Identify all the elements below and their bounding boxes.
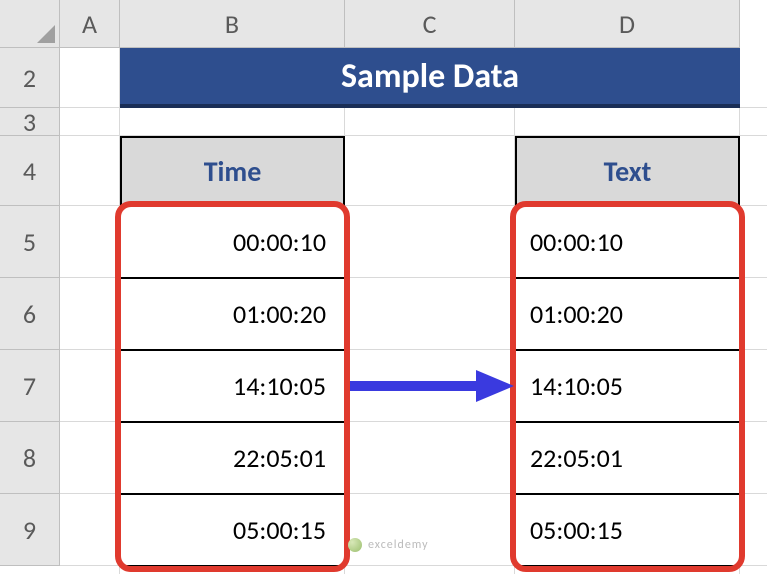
table2-cell[interactable]: 22:05:01	[515, 422, 740, 494]
cell-value: 05:00:15	[233, 514, 326, 546]
cell-value: 01:00:20	[233, 298, 326, 330]
cell-value: 00:00:10	[530, 226, 623, 258]
select-all-corner[interactable]	[0, 0, 60, 48]
row-label: 8	[23, 442, 36, 474]
table2-cell[interactable]: 01:00:20	[515, 278, 740, 350]
row-label: 6	[23, 298, 36, 330]
cell-value: 14:10:05	[530, 370, 623, 402]
cell-value: 00:00:10	[233, 226, 326, 258]
row-header-7[interactable]: 7	[0, 350, 60, 422]
cell-value: 05:00:15	[530, 514, 623, 546]
table1-cell[interactable]: 14:10:05	[120, 350, 345, 422]
grid-area[interactable]: Sample Data Time 00:00:10 01:00:20 14:10…	[60, 48, 767, 574]
cell-value: 01:00:20	[530, 298, 623, 330]
table2-cell[interactable]: 14:10:05	[515, 350, 740, 422]
spreadsheet-view: A B C D 2 3 4 5 6 7 8 9 Sample Data	[0, 0, 767, 574]
row-header-9[interactable]: 9	[0, 494, 60, 566]
watermark: exceldemy	[348, 538, 429, 552]
table1-cell[interactable]: 00:00:10	[120, 206, 345, 278]
col-label: D	[619, 8, 635, 40]
table1-cell[interactable]: 01:00:20	[120, 278, 345, 350]
col-header-b[interactable]: B	[120, 0, 345, 48]
table2-cell[interactable]: 00:00:10	[515, 206, 740, 278]
row-label: 9	[23, 514, 36, 546]
row-label: 2	[23, 62, 36, 94]
col-header-d[interactable]: D	[515, 0, 740, 48]
table2-header: Text	[515, 136, 740, 206]
row-label: 5	[23, 226, 36, 258]
title-text: Sample Data	[341, 56, 519, 97]
row-header-3[interactable]: 3	[0, 108, 60, 136]
col-header-a[interactable]: A	[60, 0, 120, 48]
watermark-text: exceldemy	[368, 538, 429, 552]
row-label: 7	[23, 370, 36, 402]
arrow-right-icon	[346, 366, 516, 406]
row-label: 4	[23, 155, 36, 187]
table1-cell[interactable]: 22:05:01	[120, 422, 345, 494]
table1-cell[interactable]: 05:00:15	[120, 494, 345, 566]
col-label: B	[225, 8, 239, 40]
row-label: 3	[23, 106, 36, 138]
table2-header-text: Text	[604, 154, 652, 189]
row-header-6[interactable]: 6	[0, 278, 60, 350]
col-label: C	[423, 8, 437, 40]
col-label: A	[82, 8, 97, 40]
row-header-5[interactable]: 5	[0, 206, 60, 278]
select-all-triangle-icon	[37, 25, 55, 43]
row-header-8[interactable]: 8	[0, 422, 60, 494]
col-header-c[interactable]: C	[345, 0, 515, 48]
page-title: Sample Data	[120, 48, 740, 108]
table1-header-text: Time	[204, 154, 262, 189]
row-header-2[interactable]: 2	[0, 48, 60, 108]
cell-value: 14:10:05	[233, 370, 326, 402]
row-header-4[interactable]: 4	[0, 136, 60, 206]
table2-cell[interactable]: 05:00:15	[515, 494, 740, 566]
cell-value: 22:05:01	[233, 442, 326, 474]
table1-header: Time	[120, 136, 345, 206]
cell-value: 22:05:01	[530, 442, 623, 474]
logo-dot-icon	[348, 538, 362, 552]
